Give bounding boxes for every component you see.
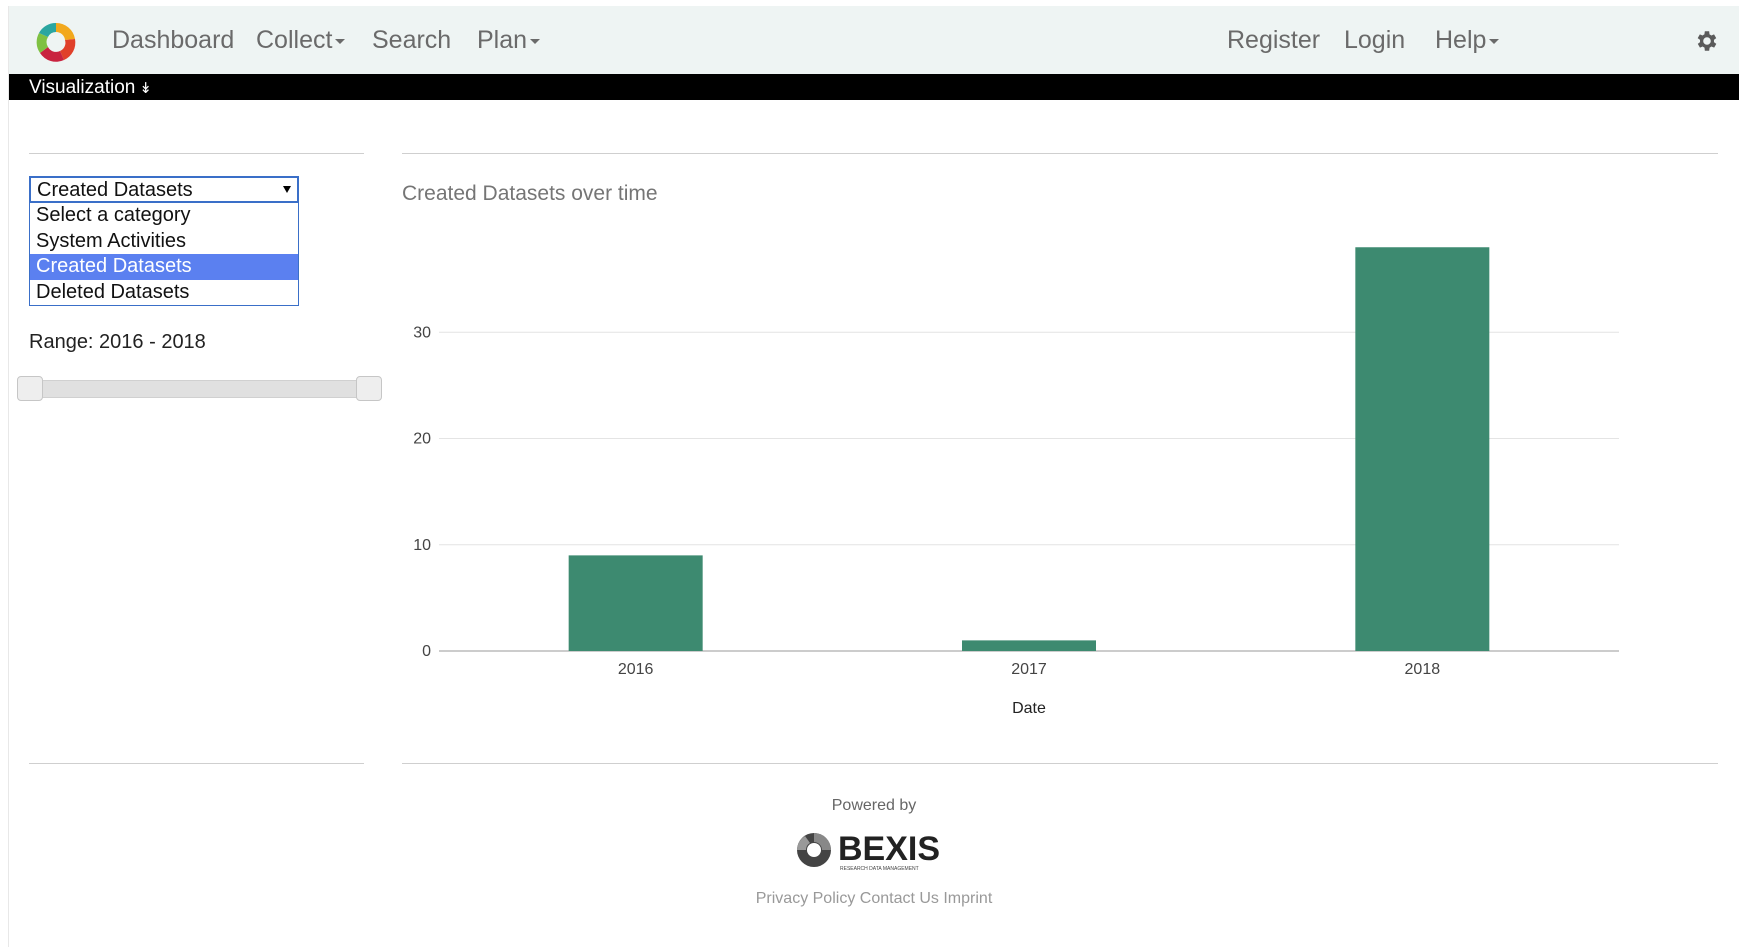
chart-title: Created Datasets over time xyxy=(402,182,658,205)
nav-plan[interactable]: Plan xyxy=(477,26,541,55)
app-logo-icon[interactable] xyxy=(34,20,78,64)
nav-login-label: Login xyxy=(1344,26,1406,54)
option-deleted-datasets[interactable]: Deleted Datasets xyxy=(30,280,298,306)
option-created-datasets[interactable]: Created Datasets xyxy=(30,254,298,280)
top-navbar: Dashboard Collect Search Plan Register L… xyxy=(9,6,1739,74)
option-select-category[interactable]: Select a category xyxy=(30,203,298,229)
footer-links: Privacy Policy Contact Us Imprint xyxy=(9,890,1739,908)
range-slider-track[interactable] xyxy=(19,380,379,398)
category-select-current[interactable]: Created Datasets xyxy=(29,176,299,203)
divider xyxy=(402,763,1718,764)
powered-by-label: Powered by xyxy=(831,797,917,814)
visualization-menu[interactable]: Visualization ↡ xyxy=(29,77,152,99)
visualization-label: Visualization xyxy=(29,77,136,98)
privacy-policy-link[interactable]: Privacy Policy xyxy=(756,890,856,907)
divider xyxy=(29,153,364,154)
contact-us-link[interactable]: Contact Us xyxy=(860,890,939,907)
double-chevron-down-icon: ↡ xyxy=(139,80,152,97)
y-tick-label: 30 xyxy=(413,324,431,341)
category-select-value: Created Datasets xyxy=(37,179,193,201)
nav-collect[interactable]: Collect xyxy=(256,26,346,55)
range-slider-max-handle[interactable] xyxy=(356,376,382,401)
bar-chart: 0 10 20 30 2016 2017 2018 Date xyxy=(413,247,1619,717)
nav-search[interactable]: Search xyxy=(372,26,451,55)
y-tick-label: 0 xyxy=(422,643,431,660)
caret-down-icon xyxy=(335,38,346,44)
x-axis-title: Date xyxy=(1012,700,1046,717)
nav-help[interactable]: Help xyxy=(1435,26,1500,55)
x-tick-label: 2016 xyxy=(618,661,654,678)
category-options-list: Select a category System Activities Crea… xyxy=(29,203,299,306)
module-bar: Visualization ↡ xyxy=(9,74,1739,100)
nav-dashboard[interactable]: Dashboard xyxy=(112,26,234,55)
option-system-activities[interactable]: System Activities xyxy=(30,229,298,255)
y-tick-label: 10 xyxy=(413,537,431,554)
nav-collect-label: Collect xyxy=(256,26,333,54)
bar-2017[interactable] xyxy=(962,640,1096,651)
range-label: Range: 2016 - 2018 xyxy=(29,331,206,353)
dropdown-arrow-icon xyxy=(283,186,291,193)
caret-down-icon xyxy=(1489,38,1500,44)
gear-icon[interactable] xyxy=(1694,28,1720,54)
bexis-tagline: RESEARCH DATA MANAGEMENT xyxy=(840,866,919,872)
caret-down-icon xyxy=(530,38,541,44)
bexis-logo[interactable]: BEXIS RESEARCH DATA MANAGEMENT xyxy=(794,826,964,874)
bar-2018[interactable] xyxy=(1355,247,1490,651)
bexis-brand-text: BEXIS xyxy=(838,830,940,868)
x-tick-label: 2017 xyxy=(1011,661,1047,678)
nav-plan-label: Plan xyxy=(477,26,528,54)
nav-register-label: Register xyxy=(1227,26,1321,54)
bar-2016[interactable] xyxy=(568,555,703,651)
nav-register[interactable]: Register xyxy=(1227,26,1320,55)
page: Dashboard Collect Search Plan Register L… xyxy=(8,6,1739,947)
nav-search-label: Search xyxy=(372,26,452,54)
imprint-link[interactable]: Imprint xyxy=(943,890,992,907)
x-tick-label: 2018 xyxy=(1405,661,1441,678)
bexis-logo-mark-icon xyxy=(797,833,831,867)
y-tick-label: 20 xyxy=(413,431,431,448)
range-slider-min-handle[interactable] xyxy=(17,376,43,401)
category-select[interactable]: Created Datasets Select a category Syste… xyxy=(29,176,299,306)
divider xyxy=(29,763,364,764)
nav-help-label: Help xyxy=(1435,26,1487,54)
nav-login[interactable]: Login xyxy=(1344,26,1405,55)
divider xyxy=(402,153,1718,154)
nav-dashboard-label: Dashboard xyxy=(112,26,235,54)
